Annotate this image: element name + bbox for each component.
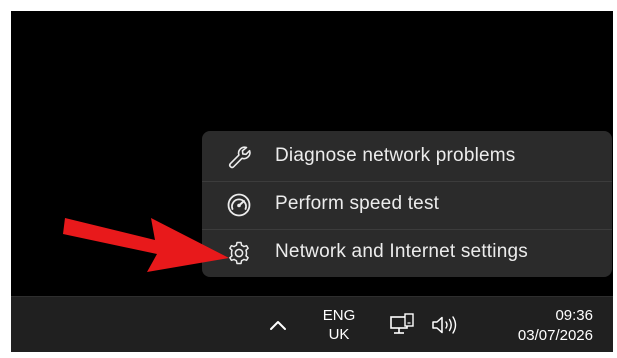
menu-item-diagnose-network[interactable]: Diagnose network problems	[202, 133, 612, 181]
menu-item-label: Network and Internet settings	[275, 241, 528, 262]
red-arrow-annotation	[63, 218, 229, 272]
language-indicator[interactable]: ENG UK	[316, 306, 362, 344]
clock-date: 03/07/2026	[517, 327, 593, 344]
language-code: ENG	[322, 307, 356, 324]
menu-item-label: Diagnose network problems	[275, 145, 516, 166]
network-context-menu: Diagnose network problems Perform speed …	[202, 131, 612, 277]
taskbar: ENG UK 09:36 03/07/2026	[11, 296, 613, 352]
menu-item-network-settings[interactable]: Network and Internet settings	[202, 229, 612, 277]
volume-icon[interactable]	[430, 314, 460, 336]
clock-time: 09:36	[555, 307, 593, 324]
desktop: Diagnose network problems Perform speed …	[11, 11, 613, 352]
clock[interactable]: 09:36 03/07/2026	[518, 306, 593, 346]
wrench-icon	[229, 146, 251, 169]
menu-item-label: Perform speed test	[275, 193, 440, 214]
menu-item-speed-test[interactable]: Perform speed test	[202, 181, 612, 229]
chevron-up-icon[interactable]	[267, 314, 289, 336]
network-icon[interactable]	[389, 313, 415, 337]
language-region: UK	[328, 326, 350, 343]
